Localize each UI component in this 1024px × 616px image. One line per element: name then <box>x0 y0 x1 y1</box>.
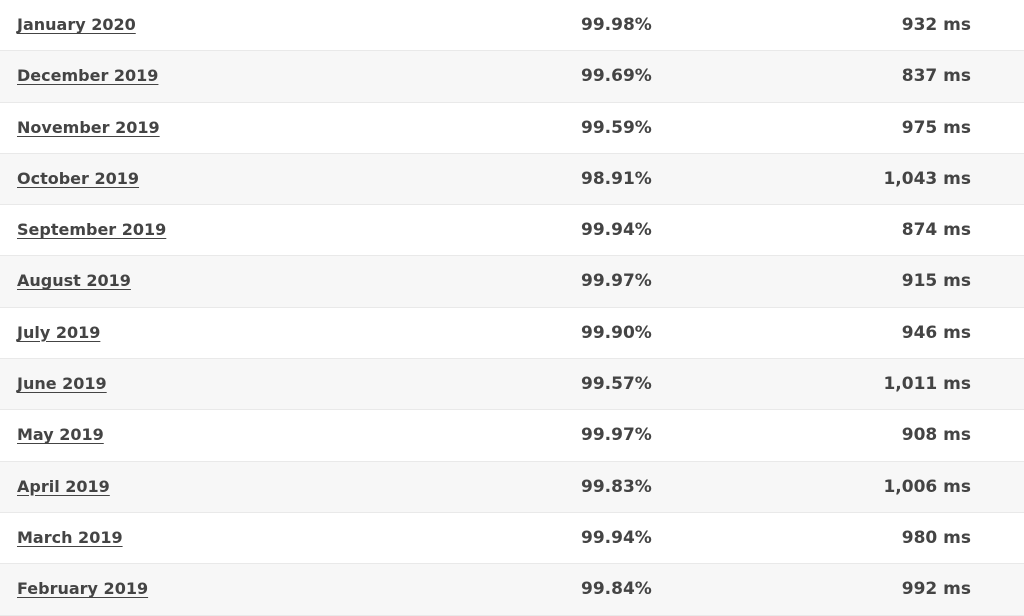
response-time-value: 915 ms <box>901 271 971 292</box>
table-row: December 2019 99.69% 837 ms <box>0 51 1024 103</box>
uptime-value: 99.98% <box>581 15 652 35</box>
table-row: May 2019 99.97% 908 ms <box>0 410 1024 462</box>
month-link[interactable]: October 2019 <box>17 154 139 204</box>
response-time-value: 1,011 ms <box>883 374 971 395</box>
uptime-value: 99.57% <box>581 374 652 395</box>
response-time-value: 975 ms <box>901 117 971 138</box>
table-row: July 2019 99.90% 946 ms <box>0 308 1024 360</box>
response-time-value: 1,043 ms <box>883 168 971 189</box>
response-time-value: 932 ms <box>901 15 971 35</box>
uptime-value: 98.91% <box>581 168 652 189</box>
table-row: September 2019 99.94% 874 ms <box>0 205 1024 257</box>
month-link[interactable]: August 2019 <box>17 256 131 306</box>
uptime-value: 99.83% <box>581 476 652 497</box>
table-row: February 2019 99.84% 992 ms <box>0 564 1024 616</box>
response-time-value: 946 ms <box>901 322 971 343</box>
month-link[interactable]: December 2019 <box>17 51 158 101</box>
response-time-value: 837 ms <box>901 66 971 87</box>
table-row: April 2019 99.83% 1,006 ms <box>0 461 1024 513</box>
table-row: November 2019 99.59% 975 ms <box>0 103 1024 154</box>
month-link[interactable]: April 2019 <box>17 462 110 512</box>
table-row: March 2019 99.94% 980 ms <box>0 513 1024 565</box>
table-row: January 2020 99.98% 932 ms <box>0 0 1024 52</box>
month-link[interactable]: February 2019 <box>17 564 148 614</box>
month-link[interactable]: September 2019 <box>17 205 166 255</box>
uptime-value: 99.90% <box>581 322 652 343</box>
month-link[interactable]: June 2019 <box>17 359 107 409</box>
table-row: August 2019 99.97% 915 ms <box>0 256 1024 308</box>
month-link[interactable]: July 2019 <box>17 308 100 358</box>
uptime-value: 99.97% <box>581 425 652 446</box>
uptime-value: 99.59% <box>581 117 652 138</box>
month-link[interactable]: March 2019 <box>17 513 123 563</box>
month-link[interactable]: May 2019 <box>17 410 104 460</box>
table-row: June 2019 99.57% 1,011 ms <box>0 359 1024 411</box>
response-time-value: 874 ms <box>901 220 971 241</box>
response-time-value: 908 ms <box>901 425 971 446</box>
table-row: October 2019 98.91% 1,043 ms <box>0 153 1024 206</box>
month-link[interactable]: January 2020 <box>17 0 136 50</box>
uptime-value: 99.97% <box>581 271 652 292</box>
uptime-value: 99.94% <box>581 220 652 241</box>
uptime-value: 99.94% <box>581 527 652 548</box>
response-time-value: 980 ms <box>901 527 971 548</box>
month-link[interactable]: November 2019 <box>17 103 160 153</box>
uptime-table: January 2020 99.98% 932 ms December 2019 99.… <box>0 0 1024 616</box>
response-time-value: 992 ms <box>901 579 971 600</box>
uptime-value: 99.84% <box>581 579 652 600</box>
uptime-value: 99.69% <box>581 66 652 87</box>
response-time-value: 1,006 ms <box>883 476 971 497</box>
